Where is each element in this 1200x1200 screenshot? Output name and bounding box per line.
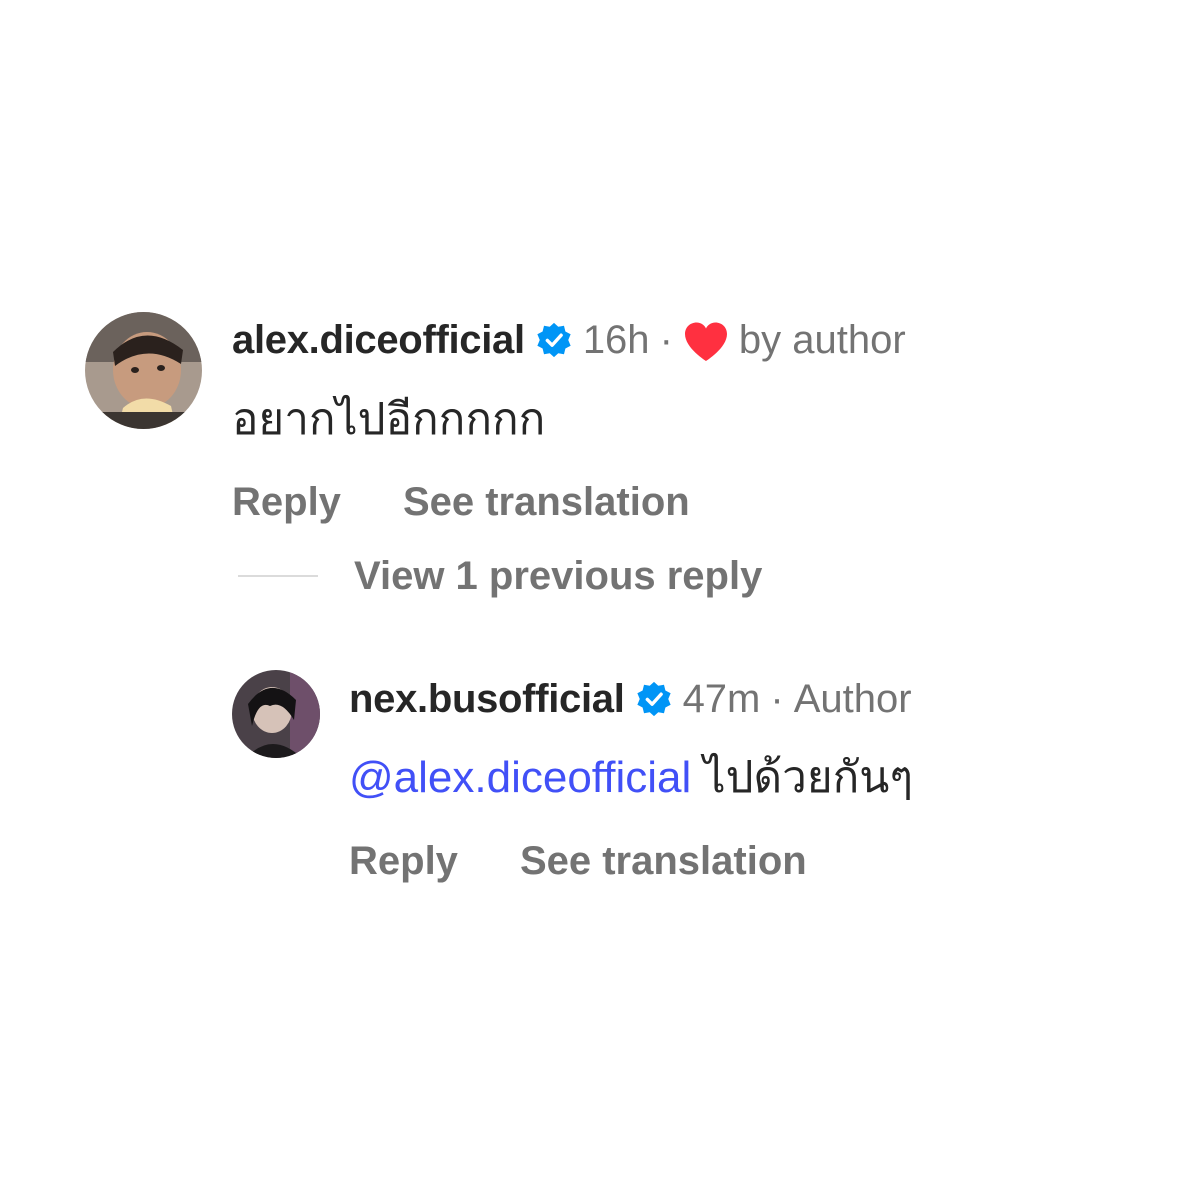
reply-button[interactable]: Reply <box>349 837 458 885</box>
reply-text: @alex.diceofficial ไปด้วยกันๆ <box>349 750 913 806</box>
see-translation-button[interactable]: See translation <box>403 478 690 526</box>
comment-actions: Reply See translation <box>232 478 690 526</box>
reply-actions: Reply See translation <box>349 837 807 885</box>
reply-button[interactable]: Reply <box>232 478 341 526</box>
separator-dot: · <box>659 318 673 362</box>
comment-text: อยากไปอีกกกกก <box>232 395 546 444</box>
author-badge: Author <box>793 677 912 721</box>
view-replies-label: View 1 previous reply <box>354 554 763 598</box>
thread-line <box>238 575 318 577</box>
reply-message: ไปด้วยกันๆ <box>691 753 913 802</box>
avatar[interactable] <box>232 670 320 758</box>
separator-dot: · <box>770 677 784 721</box>
see-translation-button[interactable]: See translation <box>520 837 807 885</box>
username-link[interactable]: nex.busofficial <box>349 675 625 723</box>
comment-header: alex.diceofficial 16h · by author <box>232 316 906 364</box>
avatar[interactable] <box>85 312 202 429</box>
heart-icon <box>683 321 729 363</box>
liked-by-author-label: by author <box>738 318 906 362</box>
reply-time: 47m <box>682 677 761 721</box>
comment-time: 16h <box>582 318 650 362</box>
reply-header: nex.busofficial 47m · Author <box>349 675 912 723</box>
avatar-photo <box>85 312 202 429</box>
verified-badge-icon <box>635 680 673 718</box>
username-link[interactable]: alex.diceofficial <box>232 316 525 364</box>
view-replies-button[interactable]: View 1 previous reply <box>238 552 762 600</box>
mention-link[interactable]: @alex.diceofficial <box>349 753 691 802</box>
verified-badge-icon <box>535 321 573 359</box>
avatar-photo <box>232 670 320 758</box>
